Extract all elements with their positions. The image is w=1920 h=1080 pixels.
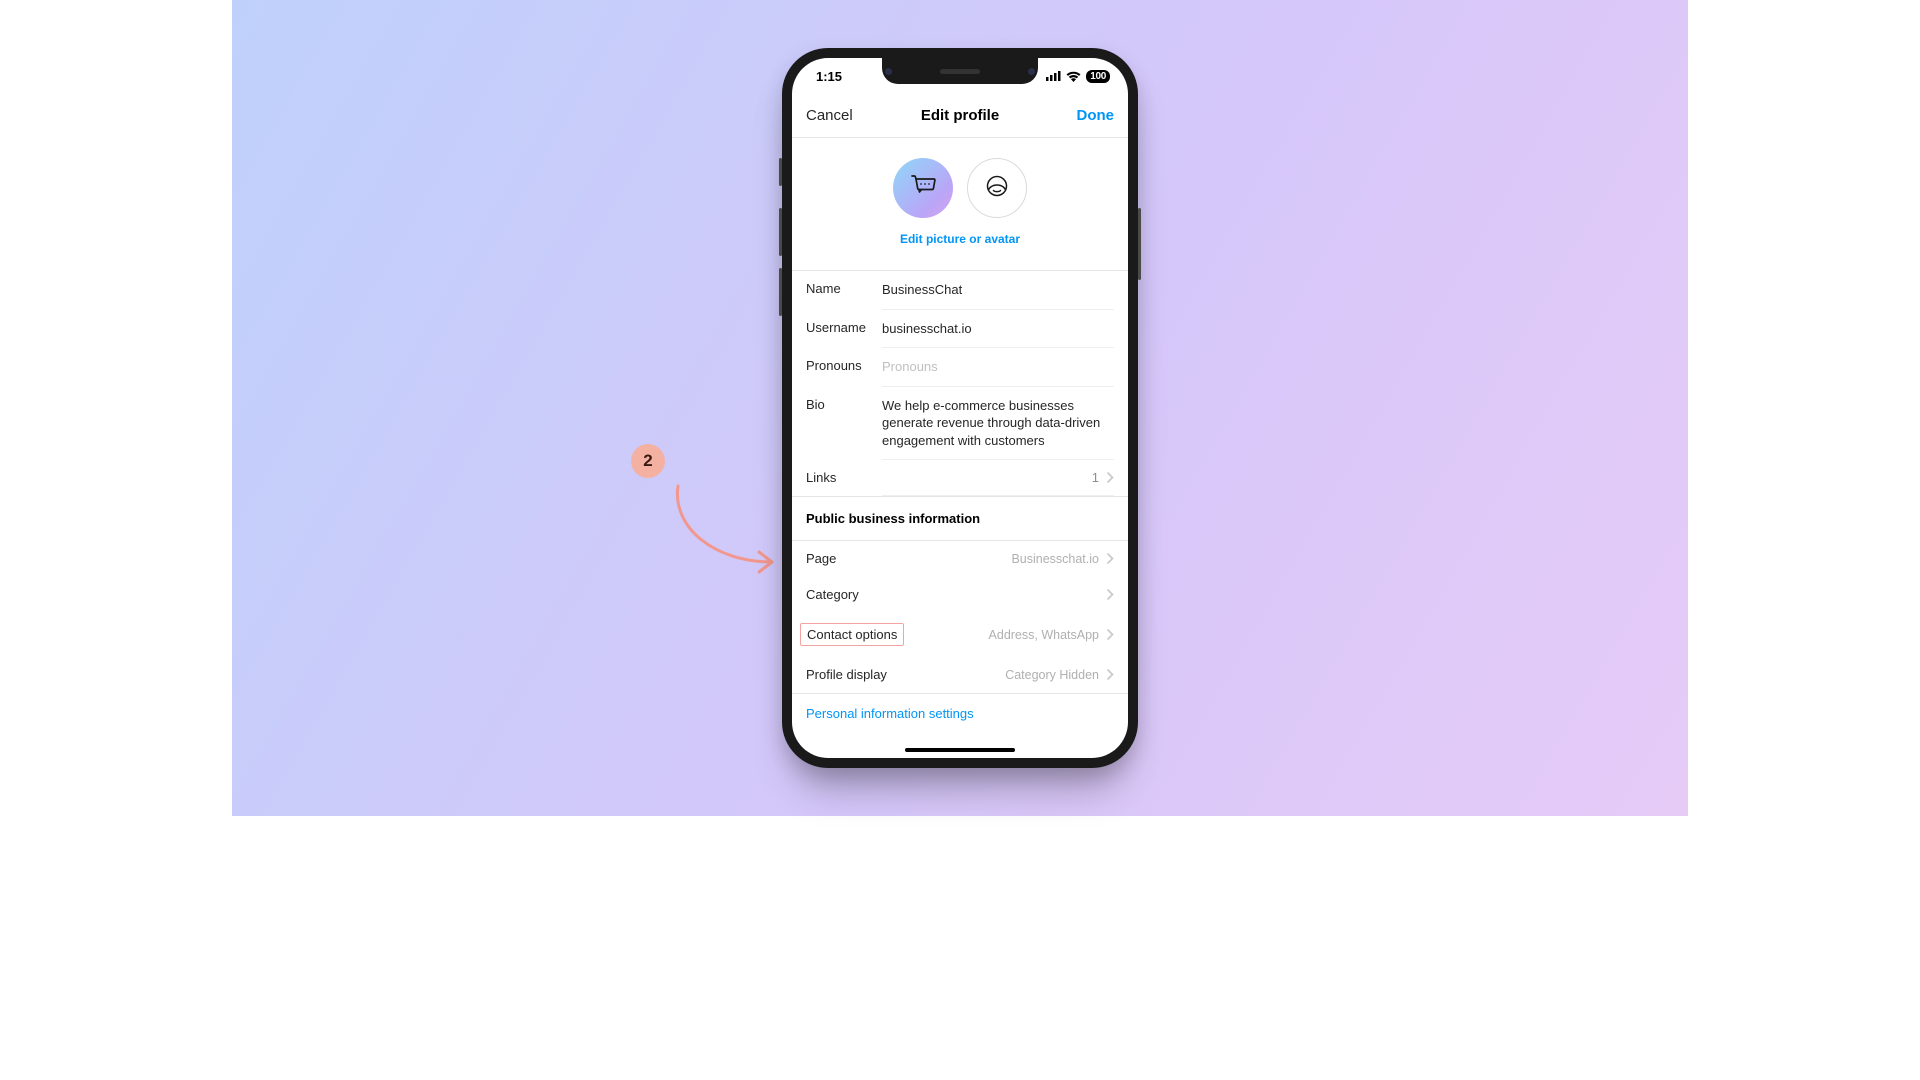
page-label: Page (806, 551, 836, 566)
battery-level: 100 (1086, 70, 1110, 83)
contact-options-value: Address, WhatsApp (989, 628, 1099, 642)
pronouns-placeholder: Pronouns (882, 358, 938, 376)
avatar-section: Edit picture or avatar (792, 138, 1128, 256)
nav-header: Cancel Edit profile Done (792, 94, 1128, 138)
links-count: 1 (1092, 470, 1099, 485)
step-number: 2 (643, 451, 652, 471)
phone-frame: 1:15 100 Cancel Edit profile Done (782, 48, 1138, 768)
name-value: BusinessChat (882, 281, 962, 299)
profile-display-label: Profile display (806, 667, 887, 682)
wifi-icon (1066, 71, 1081, 82)
done-button[interactable]: Done (1077, 94, 1115, 137)
contact-options-label: Contact options (800, 623, 904, 646)
page-title: Edit profile (921, 107, 999, 124)
chevron-right-icon (1107, 589, 1114, 600)
cart-speech-icon (908, 173, 938, 204)
bio-row[interactable]: Bio We help e-commerce businesses genera… (806, 387, 1114, 461)
bio-label: Bio (806, 387, 882, 461)
phone-volume-down (779, 268, 782, 316)
edit-picture-link[interactable]: Edit picture or avatar (792, 232, 1128, 246)
phone-screen: 1:15 100 Cancel Edit profile Done (792, 58, 1128, 758)
status-time: 1:15 (816, 69, 842, 84)
business-section-header: Public business information (792, 496, 1128, 541)
annotation-arrow (660, 478, 790, 578)
phone-volume-up (779, 208, 782, 256)
page-value: Businesschat.io (1011, 552, 1099, 566)
links-row[interactable]: Links 1 (806, 460, 1114, 496)
chevron-right-icon (1107, 553, 1114, 564)
category-row[interactable]: Category (792, 577, 1128, 613)
username-row[interactable]: Username businesschat.io (806, 310, 1114, 349)
profile-picture[interactable] (893, 158, 953, 218)
avatar-emoji-icon (986, 175, 1008, 202)
chevron-right-icon (1107, 669, 1114, 680)
pronouns-row[interactable]: Pronouns Pronouns (806, 348, 1114, 387)
profile-form: Name BusinessChat Username businesschat.… (792, 270, 1128, 496)
chevron-right-icon (1107, 472, 1114, 483)
profile-display-row[interactable]: Profile display Category Hidden (792, 657, 1128, 693)
step-badge: 2 (631, 444, 665, 478)
phone-notch (882, 58, 1038, 84)
avatar-placeholder[interactable] (967, 158, 1027, 218)
phone-mute-switch (779, 158, 782, 186)
cancel-button[interactable]: Cancel (806, 94, 853, 137)
username-label: Username (806, 310, 882, 349)
pronouns-label: Pronouns (806, 348, 882, 387)
category-label: Category (806, 587, 859, 602)
bio-value: We help e-commerce businesses generate r… (882, 397, 1114, 450)
username-value: businesschat.io (882, 320, 972, 338)
contact-options-row[interactable]: Contact options Address, WhatsApp (792, 613, 1128, 657)
name-row[interactable]: Name BusinessChat (806, 271, 1114, 310)
page-row[interactable]: Page Businesschat.io (792, 541, 1128, 577)
cellular-signal-icon (1046, 71, 1061, 81)
edit-profile-content: Edit picture or avatar Name BusinessChat… (792, 138, 1128, 758)
profile-display-value: Category Hidden (1005, 668, 1099, 682)
personal-info-settings-link[interactable]: Personal information settings (792, 693, 1128, 733)
home-indicator[interactable] (905, 748, 1015, 752)
name-label: Name (806, 271, 882, 310)
phone-power-button (1138, 208, 1141, 280)
links-label: Links (806, 460, 882, 496)
chevron-right-icon (1107, 629, 1114, 640)
